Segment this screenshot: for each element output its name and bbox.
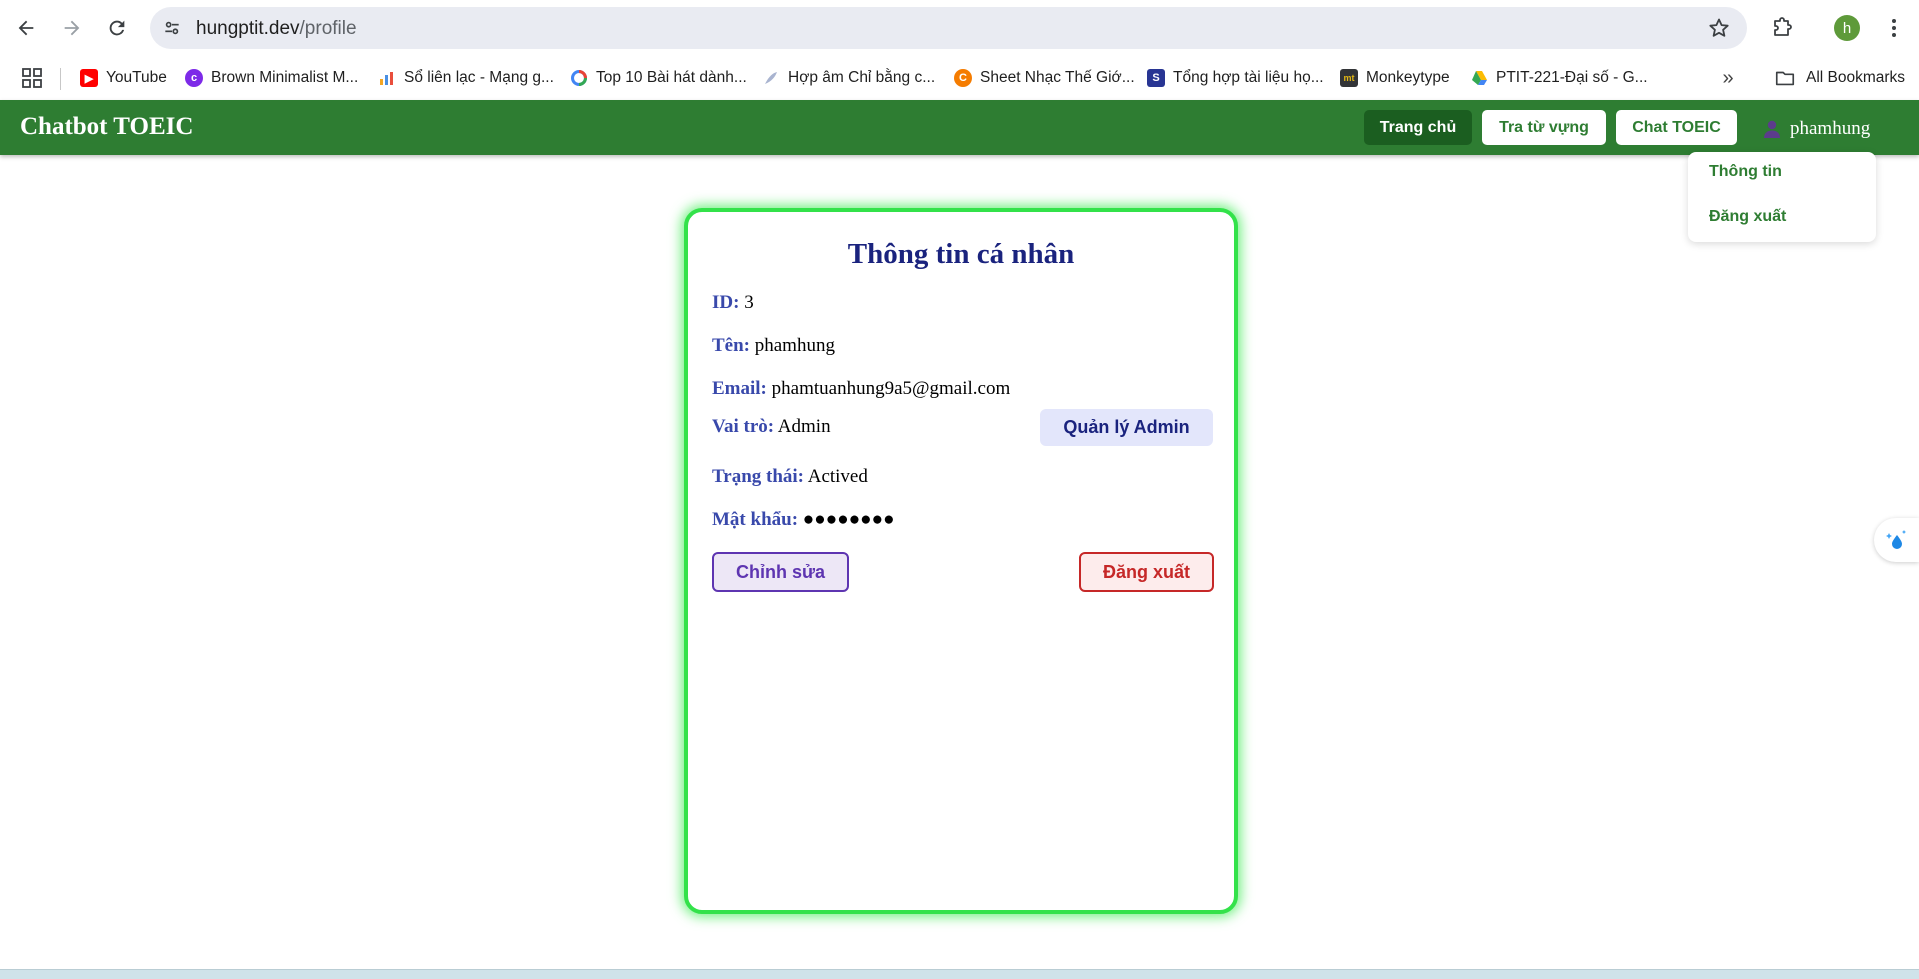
nav-chat-toeic[interactable]: Chat TOEIC xyxy=(1616,110,1737,145)
profile-card: Thông tin cá nhân ID: 3 Tên: phamhung Em… xyxy=(684,208,1238,914)
field-label: Trạng thái: xyxy=(712,466,805,487)
back-button[interactable] xyxy=(8,10,44,46)
bookmark-label: Monkeytype xyxy=(1366,69,1450,86)
google-drive-icon xyxy=(1470,69,1488,87)
url-host: hungptit.dev xyxy=(196,18,300,39)
field-value: Actived xyxy=(807,466,868,487)
field-value: Admin xyxy=(777,416,831,437)
reload-button[interactable] xyxy=(99,10,135,46)
monkeytype-icon: mt xyxy=(1340,69,1358,87)
username-label: phamhung xyxy=(1790,118,1871,139)
bookmark-so-lien-lac[interactable]: Sổ liên lạc - Mạng g... xyxy=(378,64,554,92)
c-logo-icon: C xyxy=(954,69,972,87)
logout-button[interactable]: Đăng xuất xyxy=(1079,552,1214,592)
user-menu-toggle[interactable]: phamhung xyxy=(1762,116,1870,142)
reload-icon xyxy=(109,20,125,36)
nav-tra-tu-vung[interactable]: Tra từ vựng xyxy=(1482,110,1606,145)
canva-icon: c xyxy=(185,69,203,87)
field-label: Tên: xyxy=(712,335,750,356)
bookmark-canva[interactable]: c Brown Minimalist M... xyxy=(185,64,358,92)
bookmark-label: Tổng hợp tài liệu họ... xyxy=(1173,69,1324,86)
address-bar[interactable]: hungptit.dev/profile xyxy=(150,7,1747,49)
field-role: Vai trò: Admin xyxy=(712,416,831,438)
youtube-icon: ▶ xyxy=(80,69,98,87)
user-icon xyxy=(1764,120,1780,138)
apps-grid-icon[interactable] xyxy=(20,66,44,90)
bookmark-label: PTIT-221-Đại số - G... xyxy=(1496,69,1648,86)
field-status: Trạng thái: Actived xyxy=(712,466,868,488)
browser-profile-avatar[interactable]: h xyxy=(1834,15,1860,41)
browser-menu-button[interactable] xyxy=(1880,12,1908,44)
brand-title[interactable]: Chatbot TOEIC xyxy=(20,113,193,141)
bookmark-label: Brown Minimalist M... xyxy=(211,69,359,86)
edit-button[interactable]: Chỉnh sửa xyxy=(712,552,849,592)
bookmark-label: Hợp âm Chỉ bằng c... xyxy=(788,69,936,86)
field-label: Mật khẩu: xyxy=(712,509,799,530)
url-text: hungptit.dev/profile xyxy=(196,18,357,40)
floating-assistant-button[interactable] xyxy=(1874,518,1919,562)
bookmark-hop-am[interactable]: Hợp âm Chỉ bằng c... xyxy=(762,64,935,92)
field-value: phamtuanhung9a5@gmail.com xyxy=(771,378,1011,399)
folder-icon xyxy=(1775,71,1795,86)
field-email: Email: phamtuanhung9a5@gmail.com xyxy=(712,378,1010,400)
extensions-button[interactable] xyxy=(1766,12,1798,44)
bookmark-star-icon[interactable] xyxy=(1707,16,1731,40)
arrow-left-icon xyxy=(18,20,34,36)
field-password: Mật khẩu: ●●●●●●●● xyxy=(712,509,895,531)
browser-toolbar: hungptit.dev/profile h xyxy=(0,0,1919,56)
bookmarks-bar: ▶ YouTube c Brown Minimalist M... Sổ liê… xyxy=(0,56,1919,100)
bookmark-top-10[interactable]: Top 10 Bài hát dành... xyxy=(570,64,747,92)
forward-button[interactable] xyxy=(54,10,90,46)
url-path: /profile xyxy=(299,18,357,39)
water-drop-sparkle-icon xyxy=(1885,530,1906,549)
bookmark-label: Sheet Nhạc Thế Giớ... xyxy=(980,69,1135,86)
field-value: ●●●●●●●● xyxy=(802,509,895,530)
bookmarks-divider xyxy=(60,68,61,90)
bookmark-monkeytype[interactable]: mt Monkeytype xyxy=(1340,64,1450,92)
field-value: 3 xyxy=(744,292,754,313)
more-vertical-icon xyxy=(1892,19,1896,37)
page-title: Thông tin cá nhân xyxy=(847,238,1075,270)
all-bookmarks-button[interactable]: All Bookmarks xyxy=(1774,64,1905,92)
site-info-icon[interactable] xyxy=(160,16,184,40)
field-label: Email: xyxy=(712,378,767,399)
s-logo-icon: S xyxy=(1147,69,1165,87)
field-name: Tên: phamhung xyxy=(712,335,835,357)
field-label: Vai trò: xyxy=(712,416,775,437)
bookmark-tong-hop[interactable]: S Tổng hợp tài liệu họ... xyxy=(1147,64,1324,92)
ring-icon xyxy=(570,69,588,87)
more-bookmarks-chevron-icon[interactable]: » xyxy=(1714,66,1742,90)
app-header: Chatbot TOEIC Trang chủ Tra từ vựng Chat… xyxy=(0,100,1919,155)
user-dropdown-menu: Thông tin Đăng xuất xyxy=(1688,152,1876,242)
all-bookmarks-label: All Bookmarks xyxy=(1806,69,1906,86)
bookmark-ptit[interactable]: PTIT-221-Đại số - G... xyxy=(1470,64,1648,92)
chart-icon xyxy=(378,69,396,87)
field-label: ID: xyxy=(712,292,740,313)
bookmark-sheet-nhac[interactable]: C Sheet Nhạc Thế Giớ... xyxy=(954,64,1135,92)
bookmark-label: Top 10 Bài hát dành... xyxy=(596,69,747,86)
field-value: phamhung xyxy=(754,335,835,356)
dropdown-item-dang-xuat[interactable]: Đăng xuất xyxy=(1709,208,1786,226)
bookmark-label: YouTube xyxy=(106,69,167,86)
taskbar-edge xyxy=(0,969,1919,979)
admin-manage-button[interactable]: Quản lý Admin xyxy=(1040,409,1213,446)
field-id: ID: 3 xyxy=(712,292,754,314)
arrow-right-icon xyxy=(64,20,80,36)
dropdown-item-thong-tin[interactable]: Thông tin xyxy=(1709,163,1782,181)
nav-trang-chu[interactable]: Trang chủ xyxy=(1364,110,1472,145)
bookmark-label: Sổ liên lạc - Mạng g... xyxy=(404,69,554,86)
puzzle-icon xyxy=(1774,17,1792,36)
bookmark-youtube[interactable]: ▶ YouTube xyxy=(80,64,167,92)
feather-icon xyxy=(762,69,780,87)
